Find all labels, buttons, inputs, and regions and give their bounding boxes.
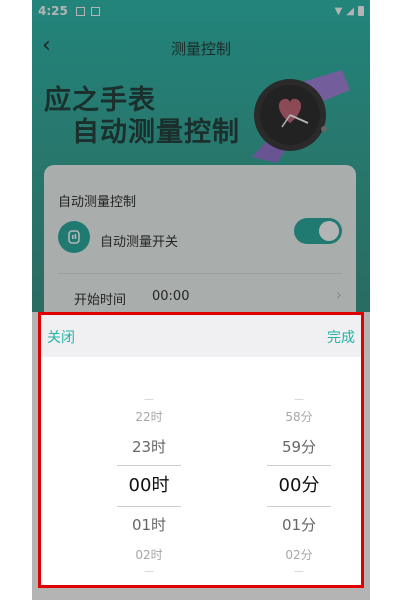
minute-item[interactable]: 01分	[249, 507, 349, 543]
hour-item[interactable]: 02时	[99, 543, 199, 567]
minute-wheel[interactable]: — 58分 59分 00分 01分 02分 —	[249, 395, 349, 577]
hour-item[interactable]: 01时	[99, 507, 199, 543]
hour-item[interactable]: 23时	[99, 429, 199, 465]
wheel-faint-item: —	[144, 566, 154, 577]
hour-item[interactable]: 22时	[99, 405, 199, 429]
wheel-faint-item: —	[294, 566, 304, 577]
close-button[interactable]: 关闭	[47, 327, 75, 347]
minute-item-selected[interactable]: 00分	[249, 466, 349, 506]
minute-item[interactable]: 59分	[249, 429, 349, 465]
hour-item-selected[interactable]: 00时	[99, 466, 199, 506]
done-button[interactable]: 完成	[327, 327, 355, 347]
picker-toolbar: 关闭 完成	[41, 315, 361, 357]
hour-wheel[interactable]: — 22时 23时 00时 01时 02时 —	[99, 395, 199, 577]
wheel-faint-item: —	[294, 394, 304, 405]
minute-item[interactable]: 58分	[249, 405, 349, 429]
time-picker-sheet: 关闭 完成 — 22时 23时 00时 01时 02时 — — 58分 59分 …	[38, 312, 364, 588]
wheel-faint-item: —	[144, 394, 154, 405]
app-screen: 4:25 ▼ ◢ ‹ 测量控制 应之手表 自动测量控制 自动测量控制 自动测量开…	[32, 0, 370, 600]
minute-item[interactable]: 02分	[249, 543, 349, 567]
